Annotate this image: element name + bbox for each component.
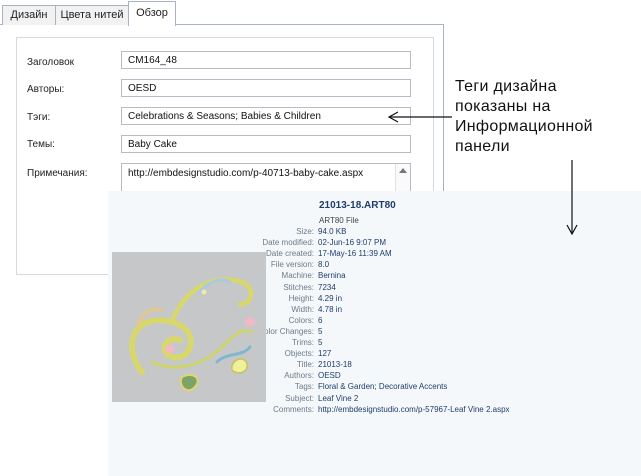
callout-arrows — [387, 111, 578, 236]
tab-summary[interactable]: Обзор — [128, 1, 176, 26]
